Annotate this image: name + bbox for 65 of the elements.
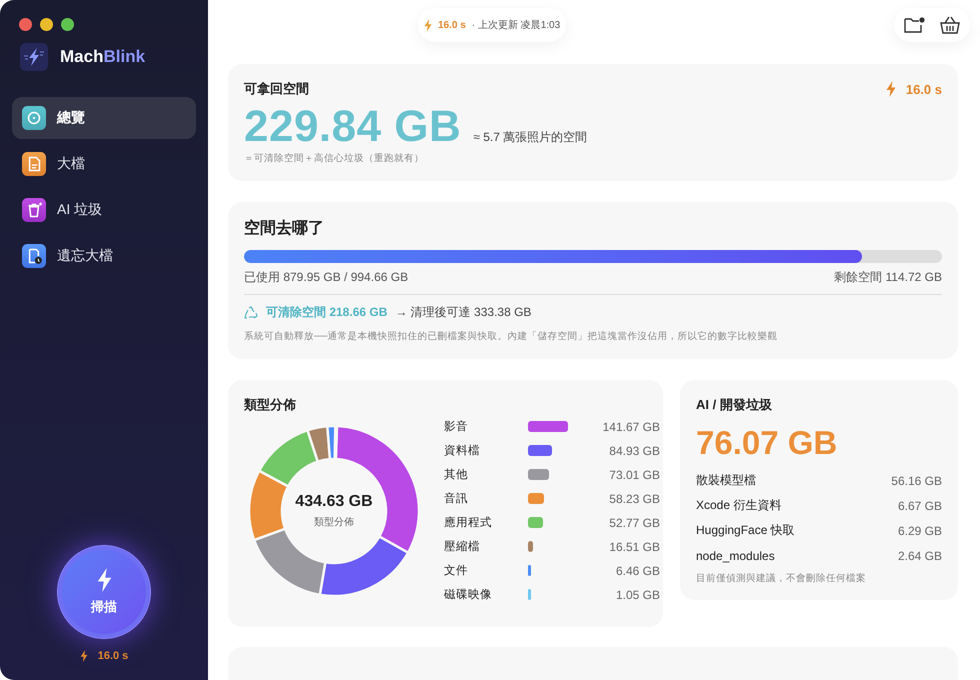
free-space: 剩餘空間 114.72 GB	[834, 269, 942, 286]
purgeable-space: 可清除空間 218.66 GB	[266, 304, 388, 321]
target-icon	[22, 106, 46, 130]
card-title: 可拿回空間	[244, 80, 309, 98]
total-size: 434.63 GB	[295, 492, 373, 510]
legend-size: 58.23 GB	[608, 492, 660, 506]
legend-label: 資料檔	[444, 444, 481, 458]
lightning-icon	[886, 81, 896, 97]
ai-junk-amount: 76.07 GB	[696, 424, 838, 462]
legend-label: 其他	[444, 468, 469, 482]
legend-size: 73.01 GB	[608, 468, 660, 482]
lightning-icon	[424, 18, 432, 32]
card-title: 空間去哪了	[244, 218, 325, 239]
legend-label: 磁碟映像	[444, 588, 493, 602]
reclaimable-amount: 229.84 GB	[244, 102, 462, 152]
nav-item[interactable]: 遺忘大檔	[12, 235, 196, 277]
legend-size: 52.77 GB	[608, 516, 660, 530]
junk-size: 2.64 GB	[898, 548, 942, 562]
legend-label: 影音	[444, 419, 469, 434]
scan-button[interactable]: 掃描	[58, 546, 150, 638]
scan-time: 16.0 s	[906, 82, 942, 96]
purgeable-note: 系統可自動釋放──通常是本機快照扣住的已刪檔案與快取。內建「儲存空間」把這塊當作沒佔用，所以它的數字比較樂觀	[244, 330, 778, 343]
document-clock-icon	[22, 244, 46, 268]
legend-label: 文件	[444, 564, 469, 578]
junk-size: 6.29 GB	[898, 524, 942, 538]
junk-label: node_modules	[696, 548, 775, 562]
zoom-button[interactable]	[61, 18, 74, 31]
junk-label: 散裝模型檔	[696, 472, 756, 489]
nav-item[interactable]: 大檔	[12, 143, 196, 185]
legend-label: 音訊	[444, 491, 469, 506]
basket-icon[interactable]	[940, 16, 960, 34]
trash-icon	[22, 198, 46, 222]
document-icon	[22, 152, 46, 176]
nav-item[interactable]: AI 垃圾	[12, 189, 196, 231]
card-title: 類型分佈	[244, 396, 297, 414]
recycle-icon	[244, 306, 258, 320]
junk-label: HuggingFace 快取	[696, 522, 795, 539]
lightning-logo-icon	[20, 43, 48, 71]
nav-item[interactable]: 總覽	[12, 97, 196, 139]
lightning-icon	[80, 650, 88, 662]
legend-size: 141.67 GB	[602, 420, 660, 434]
junk-label: Xcode 衍生資料	[696, 497, 782, 514]
formula-note: ＝可清除空間＋高信心垃圾（重跑就有）	[244, 152, 425, 165]
total-label: 類型分佈	[314, 516, 354, 528]
photo-equivalent: ≈ 5.7 萬張照片的空間	[473, 129, 588, 146]
last-updated-text: · 上次更新 凌晨1:03	[472, 18, 560, 32]
junk-size: 6.67 GB	[898, 498, 942, 512]
legend-size: 6.46 GB	[614, 564, 660, 578]
scan-time: 16.0 s	[98, 650, 128, 662]
after-cleanup: → 清理後可達 333.38 GB	[395, 304, 532, 321]
junk-note: 目前僅偵測與建議，不會刪除任何檔案	[696, 572, 867, 585]
legend-size: 16.51 GB	[608, 540, 660, 554]
used-space: 已使用 879.95 GB / 994.66 GB	[244, 269, 408, 286]
legend-size: 84.93 GB	[608, 444, 660, 458]
legend-label: 壓縮檔	[444, 540, 481, 554]
legend-size: 1.05 GB	[614, 588, 660, 602]
close-button[interactable]	[19, 18, 32, 31]
card-title: AI / 開發垃圾	[696, 396, 773, 414]
minimize-button[interactable]	[40, 18, 53, 31]
app-name: MachBlink	[60, 47, 146, 67]
folder-settings-icon[interactable]	[904, 16, 926, 34]
lightning-icon	[96, 568, 112, 592]
scan-time: 16.0 s	[438, 20, 466, 30]
junk-size: 56.16 GB	[891, 474, 942, 488]
legend-label: 應用程式	[444, 516, 493, 530]
